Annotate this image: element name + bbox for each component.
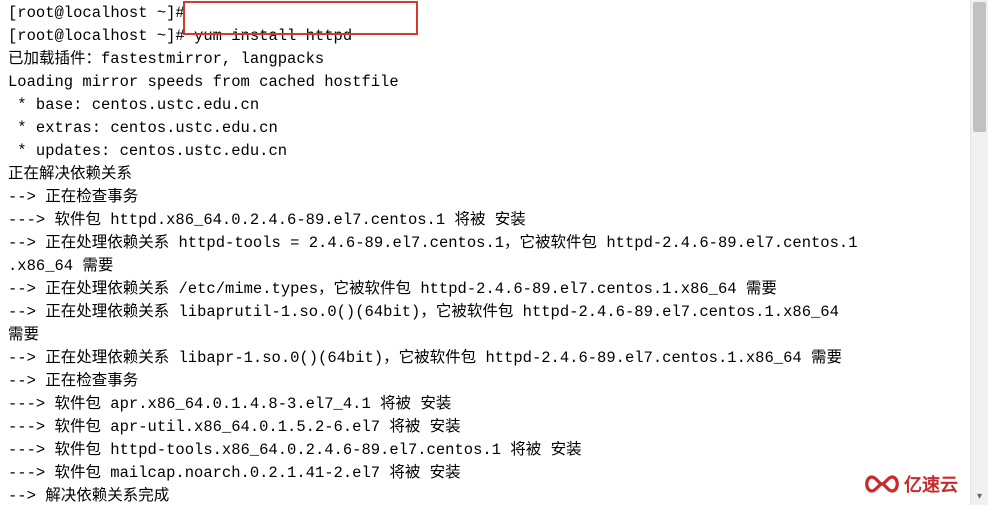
terminal-line: ---> 软件包 mailcap.noarch.0.2.1.41-2.el7 将… <box>8 464 461 482</box>
terminal-line: [root@localhost ~]# <box>8 4 185 22</box>
watermark-text: 亿速云 <box>904 471 958 497</box>
terminal-line: 已加载插件：fastestmirror, langpacks <box>8 50 324 68</box>
terminal-line: * updates: centos.ustc.edu.cn <box>8 142 287 160</box>
terminal-line: --> 正在检查事务 <box>8 188 138 206</box>
terminal-line: --> 正在处理依赖关系 /etc/mime.types，它被软件包 httpd… <box>8 280 777 298</box>
terminal-line: ---> 软件包 httpd.x86_64.0.2.4.6-89.el7.cen… <box>8 211 526 229</box>
terminal-line: ---> 软件包 httpd-tools.x86_64.0.2.4.6-89.e… <box>8 441 582 459</box>
terminal-line: 需要 <box>8 326 39 344</box>
scrollbar-thumb[interactable] <box>973 2 986 132</box>
terminal-output: [root@localhost ~]# [root@localhost ~]# … <box>0 0 988 505</box>
terminal-line: * base: centos.ustc.edu.cn <box>8 96 259 114</box>
terminal-line: --> 正在检查事务 <box>8 372 138 390</box>
watermark-logo: 亿速云 <box>862 471 958 497</box>
terminal-line: --> 正在处理依赖关系 libaprutil-1.so.0()(64bit)，… <box>8 303 848 321</box>
terminal-line: * extras: centos.ustc.edu.cn <box>8 119 278 137</box>
terminal-line: ---> 软件包 apr-util.x86_64.0.1.5.2-6.el7 将… <box>8 418 461 436</box>
terminal-line: --> 解决依赖关系完成 <box>8 487 169 505</box>
terminal-line: ---> 软件包 apr.x86_64.0.1.4.8-3.el7_4.1 将被… <box>8 395 451 413</box>
scrollbar-track[interactable]: ▴ ▾ <box>970 0 988 505</box>
scroll-down-arrow-icon[interactable]: ▾ <box>971 488 988 505</box>
terminal-line: --> 正在处理依赖关系 httpd-tools = 2.4.6-89.el7.… <box>8 234 858 252</box>
terminal-line: [root@localhost ~]# yum install httpd <box>8 27 352 45</box>
terminal-line: --> 正在处理依赖关系 libapr-1.so.0()(64bit)，它被软件… <box>8 349 842 367</box>
terminal-line: 正在解决依赖关系 <box>8 165 132 183</box>
terminal-line: .x86_64 需要 <box>8 257 113 275</box>
cloud-infinity-icon <box>862 471 902 497</box>
terminal-line: Loading mirror speeds from cached hostfi… <box>8 73 399 91</box>
